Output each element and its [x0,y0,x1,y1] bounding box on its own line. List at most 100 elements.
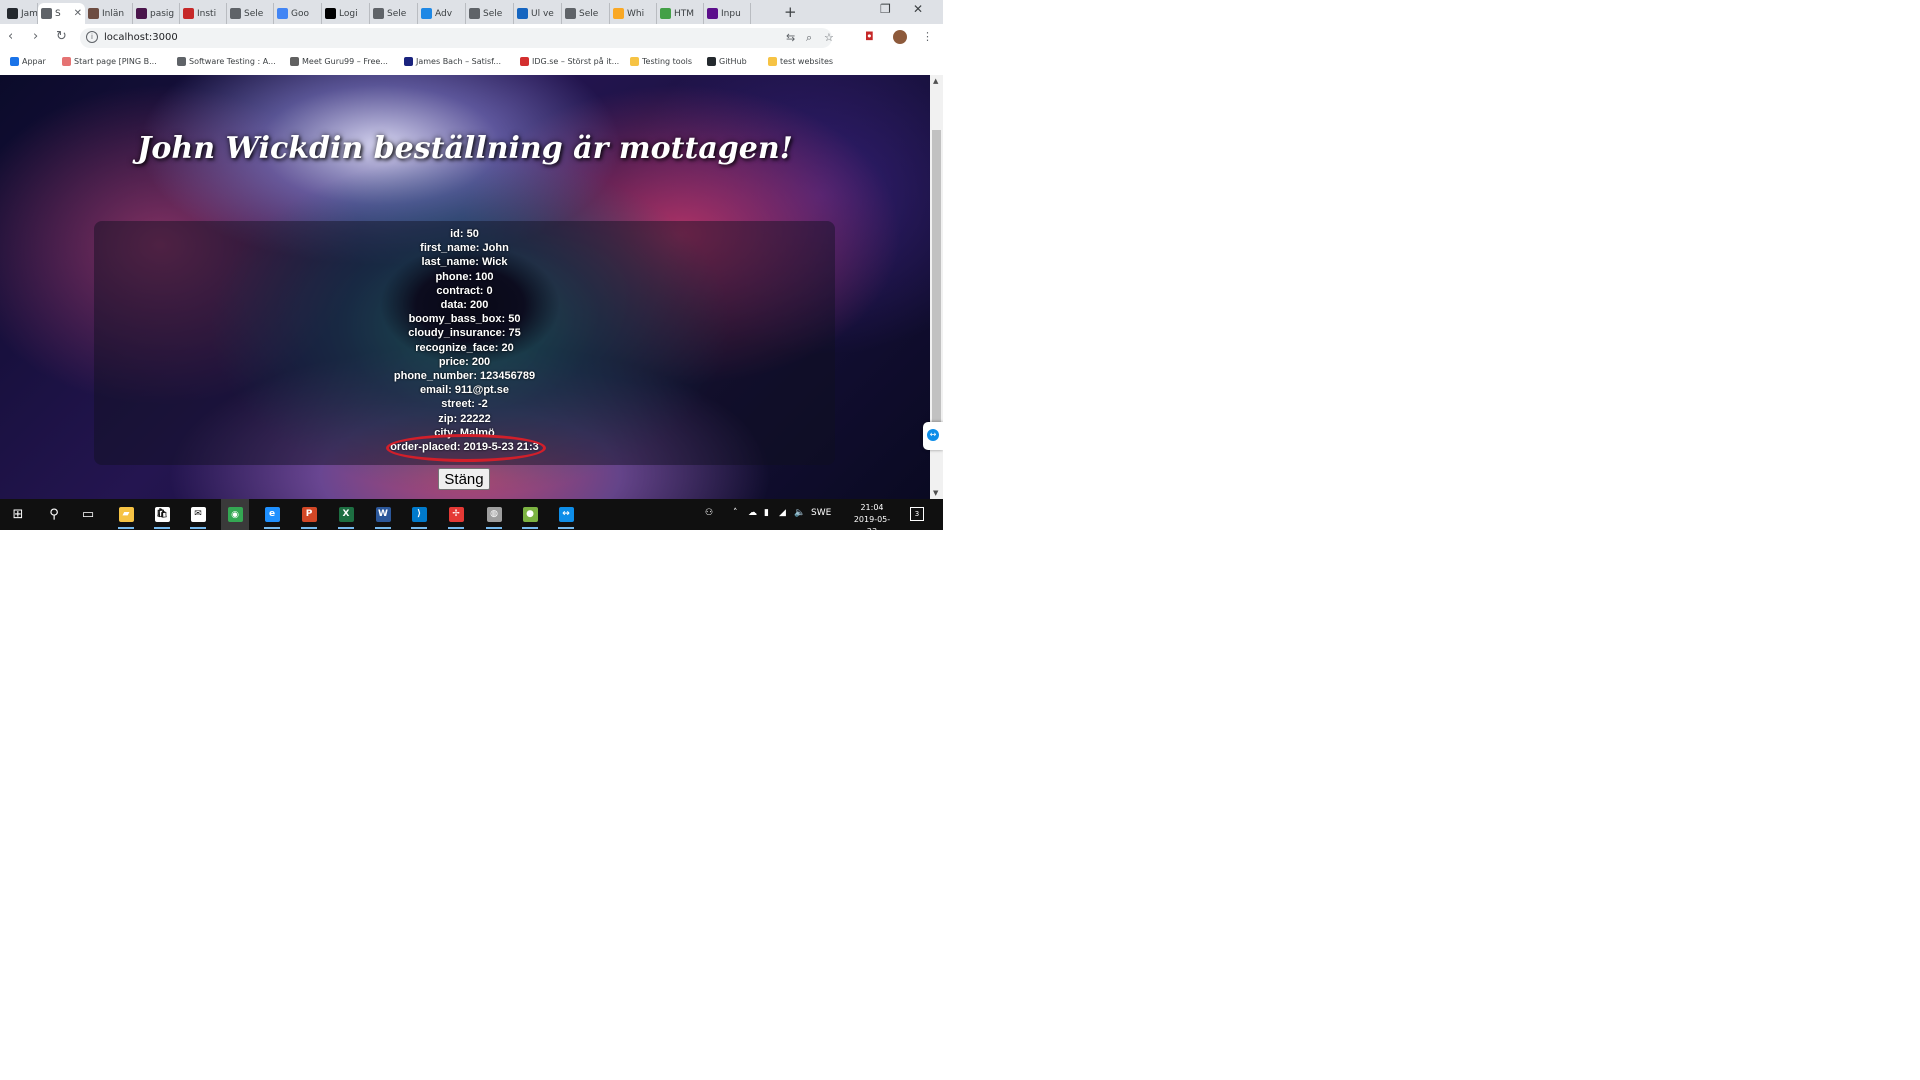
onedrive-cloud-icon[interactable]: ☁ [748,508,757,518]
scroll-down-arrow-icon[interactable]: ▼ [933,489,938,497]
bookmark-star-icon[interactable]: ☆ [824,31,834,44]
browser-tab[interactable]: Sele [562,3,610,24]
browser-tab[interactable]: Jame [4,3,38,24]
task-view-icon[interactable]: ▭ [78,504,98,524]
highlight-annotation-ring [386,434,546,462]
address-bar[interactable]: i localhost:3000 ⇆ ⌕ ☆ [80,28,834,48]
order-detail-row: cloudy_insurance: 75 [408,327,521,340]
bookmark-item[interactable]: Start page [PING B... [62,57,157,66]
browser-tab[interactable]: Logi [322,3,370,24]
scroll-up-arrow-icon[interactable]: ▲ [933,77,938,85]
tab-title: Sele [579,8,599,19]
taskbar-pinwheel-app-button[interactable]: ✢ [446,504,466,529]
page-icon [613,8,624,19]
network-icon[interactable]: ◢ [779,508,786,518]
bookmark-item[interactable]: test websites [768,57,833,66]
browser-tab[interactable]: Whi [610,3,657,24]
bookmark-item[interactable]: GitHub [707,57,747,66]
action-center-icon[interactable]: 3 [910,507,924,521]
tab-title: HTM [674,8,695,19]
wikipedia-icon [325,8,336,19]
browser-tab[interactable]: Ul ve [514,3,562,24]
browser-tab[interactable]: S ✕ [38,3,85,24]
battery-icon[interactable]: ▮ [764,508,769,518]
browser-tab[interactable]: Sele [370,3,418,24]
page-icon [88,8,99,19]
people-icon[interactable]: ⚇ [705,508,713,518]
zoom-icon[interactable]: ⌕ [806,31,812,45]
github-icon [7,8,18,19]
order-details-panel: id: 50 first_name: John last_name: Wick pho… [94,221,835,465]
reload-icon[interactable]: ↻ [56,29,67,44]
bookmark-item[interactable]: Appar [10,57,46,66]
excel-icon: X [338,506,354,522]
browser-tab[interactable]: Sele [227,3,274,24]
taskbar-teamviewer-button[interactable]: ↔ [556,504,576,529]
browser-tab[interactable]: Adv [418,3,466,24]
tab-title: Ul ve [531,8,554,19]
browser-tab[interactable]: HTM [657,3,704,24]
restore-window-icon[interactable]: ❐ [880,2,891,16]
browser-tab[interactable]: Sele [466,3,514,24]
order-detail-row: price: 200 [438,355,491,368]
translate-icon [277,8,288,19]
browser-tab[interactable]: Inpu [704,3,751,24]
volume-icon[interactable]: 🔈 [794,508,805,518]
close-tab-icon[interactable]: ✕ [74,8,82,19]
taskbar-mail-button[interactable]: ✉ [188,504,208,529]
taskbar-file-explorer-button[interactable]: ▰ [116,504,136,529]
bookmark-item[interactable]: James Bach – Satisf... [404,57,501,66]
globe-app-icon: ◍ [486,506,502,522]
system-clock[interactable]: 21:04 2019-05-23 [849,502,895,530]
bookmark-item[interactable]: Software Testing : A... [177,57,276,66]
back-icon[interactable]: ‹ [8,29,13,44]
close-button[interactable]: Stäng [438,468,490,490]
tab-title: S [55,8,61,19]
taskbar-store-button[interactable]: 🛍 [152,504,172,529]
tab-title: Jame [21,8,38,19]
forward-icon[interactable]: › [33,29,38,44]
tray-chevron-up-icon[interactable]: ˄ [733,508,738,518]
language-indicator[interactable]: SWE [811,508,831,518]
tab-title: Insti [197,8,217,19]
order-detail-row: email: 911@pt.se [420,384,509,397]
taskbar-powerpoint-button[interactable]: P [299,504,319,529]
translate-icon[interactable]: ⇆ [786,31,795,44]
close-window-icon[interactable]: ✕ [913,2,923,16]
browser-tab[interactable]: Inlän [85,3,133,24]
taskbar-excel-button[interactable]: X [336,504,356,529]
order-detail-row: last_name: Wick [421,256,508,269]
globe-icon [373,8,384,19]
taskbar-coin-app-button[interactable]: ● [520,504,540,529]
pocket-extension-icon[interactable]: ◘ [865,30,874,43]
bookmark-label: James Bach – Satisf... [416,57,502,66]
scrollbar-thumb[interactable] [932,130,941,430]
order-detail-row: street: -2 [441,398,488,411]
taskbar-vscode-button[interactable]: ⟩ [409,504,429,529]
bookmark-item[interactable]: IDG.se – Störst på it... [520,57,619,66]
site-info-icon[interactable]: i [86,31,98,43]
start-windows-icon[interactable]: ⊞ [8,504,28,524]
bookmark-label: Meet Guru99 – Free... [302,57,388,66]
taskbar-word-button[interactable]: W [373,504,393,529]
tab-title: Goo [291,8,309,19]
new-tab-button[interactable]: + [784,3,797,21]
pinwheel-app-icon: ✢ [448,506,464,522]
browser-tab[interactable]: Insti [180,3,227,24]
bookmark-item[interactable]: Meet Guru99 – Free... [290,57,388,66]
browser-tab[interactable]: Goo [274,3,322,24]
taskbar-edge-button[interactable]: e [262,504,282,529]
bookmark-label: Testing tools [642,57,692,66]
tab-strip: JameS✕InlänpasigInstiSeleGooLogiSeleAdvS… [0,0,943,24]
bookmarks-bar: Appar Start page [PING B... Software Testi… [0,52,943,76]
bookmark-item[interactable]: Testing tools [630,57,692,66]
browser-tab[interactable]: pasig [133,3,180,24]
bookmark-label: Software Testing : A... [189,57,276,66]
menu-kebab-icon[interactable]: ⋮ [922,30,933,43]
teamviewer-side-tab[interactable]: ↔ [923,422,943,450]
powerpoint-icon: P [301,506,317,522]
taskbar-globe-app-button[interactable]: ◍ [484,504,504,529]
search-icon[interactable]: ⚲ [44,504,64,524]
taskbar-chrome-button[interactable]: ◉ [221,499,249,530]
profile-avatar[interactable] [893,30,907,44]
